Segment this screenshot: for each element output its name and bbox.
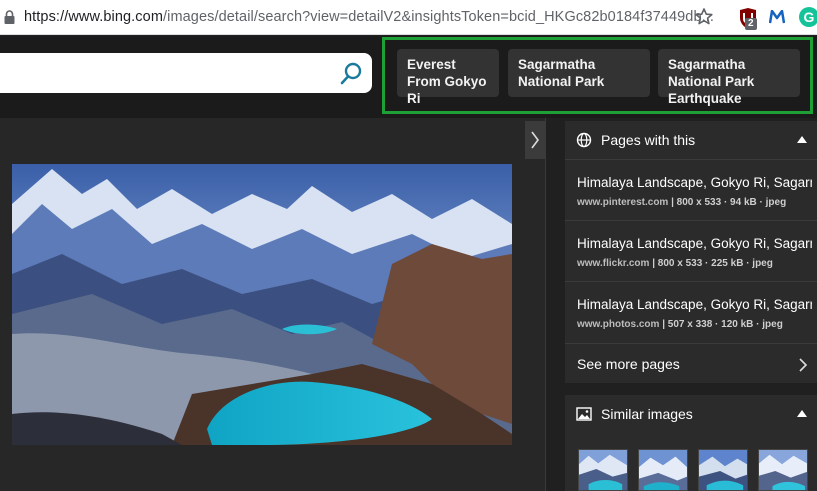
related-search-pill[interactable]: Sagarmatha National Park <box>508 49 650 97</box>
page-result-item[interactable]: Himalaya Landscape, Gokyo Ri, Sagarmatha… <box>565 281 817 342</box>
page-result-meta: www.pinterest.com | 800 x 533 · 94 kB · … <box>577 197 786 208</box>
pages-card-header[interactable]: Pages with this <box>565 121 817 159</box>
page-result-info: | 507 x 338 · 120 kB · jpeg <box>659 319 783 330</box>
similar-image-thumb[interactable] <box>638 449 688 491</box>
page-result-info: | 800 x 533 · 225 kB · jpeg <box>649 258 773 269</box>
similar-image-thumb[interactable] <box>578 449 628 491</box>
browser-address-bar: https://www.bing.com/images/detail/searc… <box>0 0 817 35</box>
bookmark-star-icon[interactable] <box>694 7 714 27</box>
related-search-pill[interactable]: Sagarmatha National Park Earthquake <box>658 49 800 106</box>
related-search-pill[interactable]: Everest From Gokyo Ri <box>397 49 499 106</box>
collapse-caret-icon[interactable] <box>797 410 807 417</box>
m-extension-icon[interactable] <box>769 10 785 24</box>
search-icon[interactable] <box>339 62 363 86</box>
collapse-panel-button[interactable] <box>525 121 545 159</box>
page-result-domain: www.pinterest.com <box>577 197 669 208</box>
page-result-meta: www.flickr.com | 800 x 533 · 225 kB · jp… <box>577 258 773 269</box>
similar-image-thumb[interactable] <box>698 449 748 491</box>
image-icon <box>576 407 592 421</box>
page-result-domain: www.flickr.com <box>577 258 650 269</box>
similar-card-header[interactable]: Similar images <box>565 395 817 433</box>
url-text[interactable]: https://www.bing.com/images/detail/searc… <box>24 9 714 25</box>
pages-with-this-card: Pages with this Himalaya Landscape, Goky… <box>565 121 817 383</box>
page-result-info: | 800 x 533 · 94 kB · jpeg <box>668 197 787 208</box>
grammarly-extension-icon[interactable]: G <box>799 7 817 27</box>
similar-card-title: Similar images <box>601 406 693 422</box>
extension-badge-count: 2 <box>745 18 757 30</box>
similar-images-card: Similar images <box>565 395 817 491</box>
page-result-title[interactable]: Himalaya Landscape, Gokyo Ri, Sagarmatha… <box>577 175 812 190</box>
chevron-right-icon <box>531 131 539 149</box>
collapse-caret-icon[interactable] <box>797 136 807 143</box>
page-result-title[interactable]: Himalaya Landscape, Gokyo Ri, Sagarmatha… <box>577 236 812 251</box>
url-host: https://www.bing.com <box>24 9 163 25</box>
globe-icon <box>576 132 592 148</box>
page-result-title[interactable]: Himalaya Landscape, Gokyo Ri, Sagarmatha… <box>577 297 812 312</box>
see-more-label: See more pages <box>577 356 680 372</box>
page-result-domain: www.photos.com <box>577 319 660 330</box>
page-result-item[interactable]: Himalaya Landscape, Gokyo Ri, Sagarmatha… <box>565 159 817 220</box>
page-result-item[interactable]: Himalaya Landscape, Gokyo Ri, Sagarmatha… <box>565 220 817 281</box>
search-input[interactable] <box>0 53 372 93</box>
pages-card-title: Pages with this <box>601 132 696 148</box>
page-result-meta: www.photos.com | 507 x 338 · 120 kB · jp… <box>577 319 783 330</box>
see-more-pages-button[interactable]: See more pages <box>565 343 817 383</box>
main-image[interactable] <box>12 164 512 445</box>
similar-image-thumb[interactable] <box>758 449 808 491</box>
chevron-right-icon <box>799 358 808 372</box>
lock-icon[interactable] <box>4 10 15 24</box>
url-path: /images/detail/search?view=detailV2&insi… <box>163 9 714 25</box>
